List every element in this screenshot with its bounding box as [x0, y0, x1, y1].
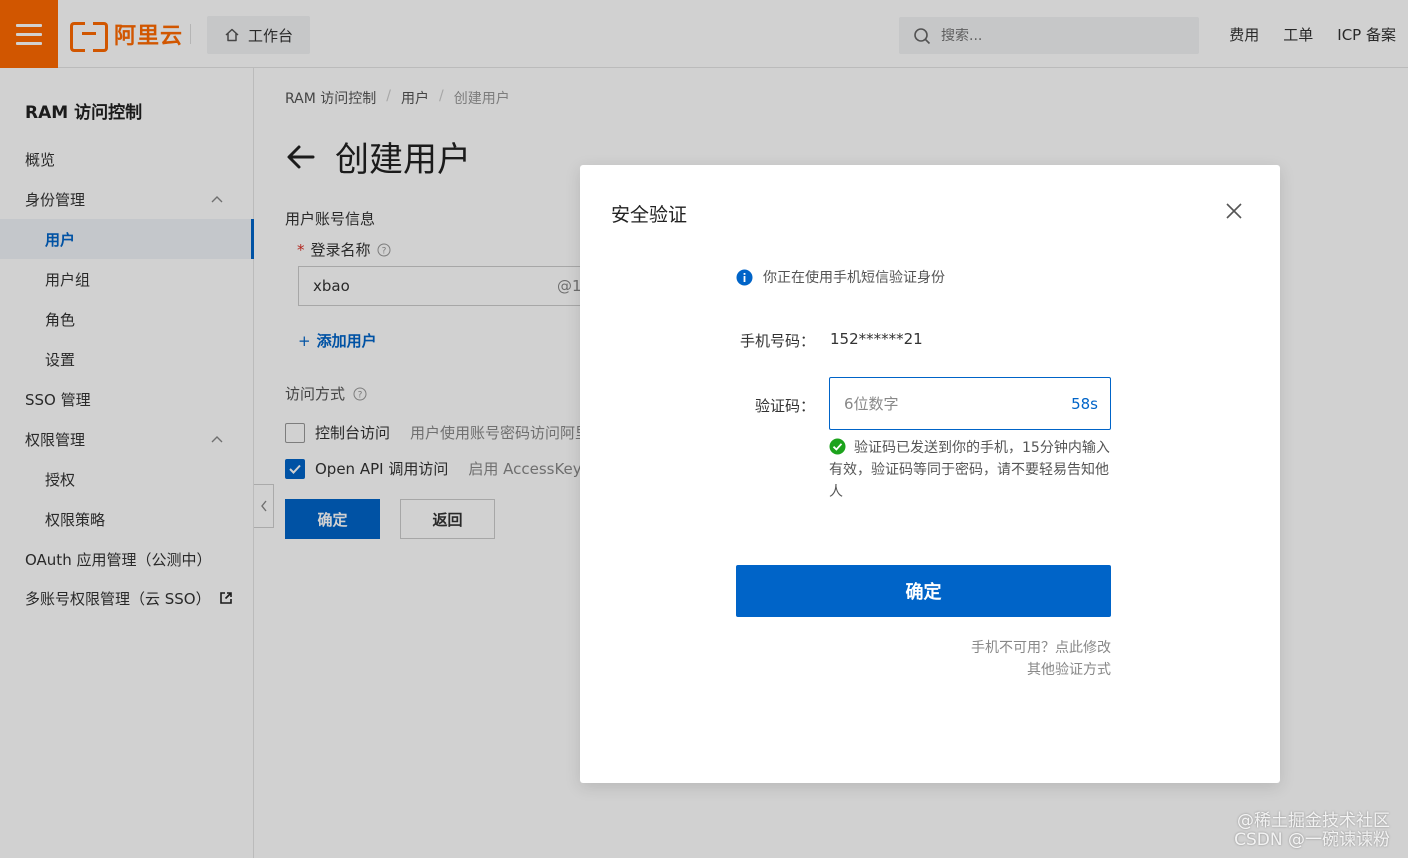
verification-code-input[interactable]: [844, 394, 1072, 413]
watermark-line-2: CSDN @一碗谏谏粉: [1234, 830, 1390, 850]
info-icon: [736, 269, 753, 285]
code-label: 验证码：: [754, 397, 815, 415]
code-input-box[interactable]: 58s: [829, 377, 1111, 430]
phone-unavailable-link[interactable]: 手机不可用？点此修改: [736, 637, 1111, 659]
info-text: 你正在使用手机短信验证身份: [763, 270, 945, 286]
dialog-title: 安全验证: [611, 204, 688, 226]
security-verification-dialog: 安全验证 你正在使用手机短信验证身份 手机号码： 152******21 验证码…: [580, 165, 1280, 783]
dialog-links: 手机不可用？点此修改 其他验证方式: [736, 637, 1111, 681]
watermark: @稀土掘金技术社区 CSDN @一碗谏谏粉: [1234, 812, 1390, 850]
code-sent-message: 验证码已发送到你的手机，15分钟内输入有效，验证码等同于密码，请不要轻易告知他人: [829, 437, 1111, 503]
phone-label: 手机号码：: [739, 332, 815, 350]
check-circle-icon: [829, 438, 846, 455]
other-methods-link[interactable]: 其他验证方式: [736, 659, 1111, 681]
close-icon[interactable]: [1224, 201, 1244, 221]
code-sent-text: 验证码已发送到你的手机，15分钟内输入有效，验证码等同于密码，请不要轻易告知他人: [829, 440, 1110, 500]
info-line: 你正在使用手机短信验证身份: [736, 267, 945, 287]
dialog-confirm-button[interactable]: 确定: [736, 565, 1111, 617]
phone-value: 152******21: [830, 330, 923, 348]
resend-countdown: 58s: [1071, 394, 1098, 413]
watermark-line-1: @稀土掘金技术社区: [1237, 811, 1390, 831]
